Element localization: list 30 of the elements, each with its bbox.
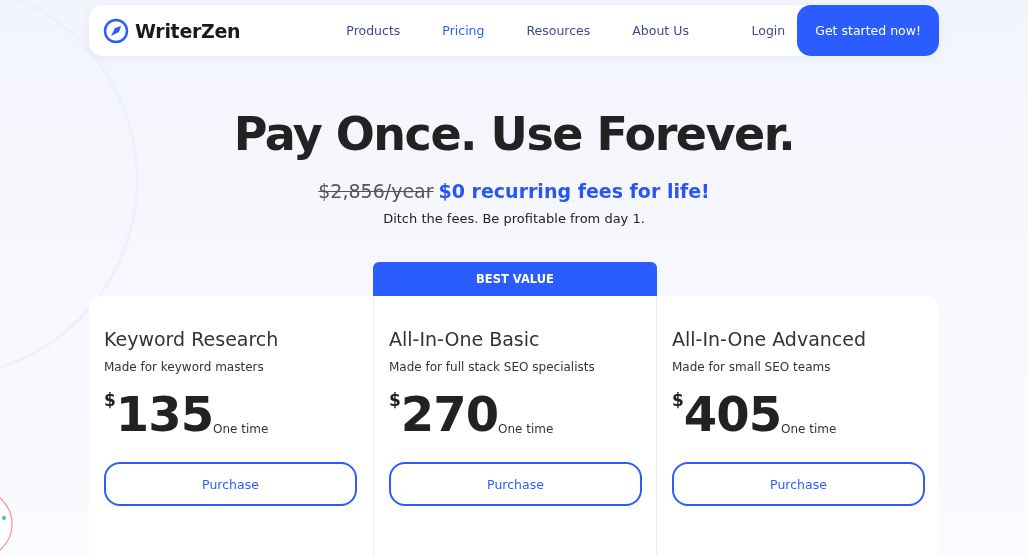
nav-link[interactable]: Products (346, 23, 401, 38)
plan-tagline: Made for keyword masters (104, 360, 265, 374)
price-period: One time (781, 422, 837, 436)
currency-symbol: $ (672, 390, 684, 410)
plan-tagline: Made for small SEO teams (672, 360, 832, 374)
page-heading: Pay Once. Use Forever. (233, 106, 795, 162)
plan-tagline: Made for full stack SEO specialists (389, 360, 596, 374)
price-period: One time (213, 422, 269, 436)
plan-name: All-In-One Basic (389, 328, 541, 350)
purchase-button[interactable]: Purchase (104, 462, 357, 506)
login-link[interactable]: Login (751, 23, 786, 38)
best-value-banner: BEST VALUE (373, 262, 657, 296)
subtitle: Ditch the fees. Be profitable from day 1. (383, 211, 645, 226)
plan-name: Keyword Research (104, 328, 280, 350)
brand-name: WriterZen (135, 19, 241, 42)
plan-price: 135 (115, 386, 214, 442)
currency-symbol: $ (389, 390, 401, 410)
plan-price: 405 (683, 386, 782, 442)
purchase-button[interactable]: Purchase (672, 462, 925, 506)
purchase-button[interactable]: Purchase (389, 462, 642, 506)
get-started-button[interactable]: Get started now! (797, 5, 939, 56)
nav-link[interactable]: About Us (632, 23, 689, 38)
plan-name: All-In-One Advanced (672, 328, 868, 350)
price-period: One time (498, 422, 554, 436)
offer-text: $0 recurring fees for life! (438, 180, 710, 202)
nav-link[interactable]: Pricing (442, 23, 485, 38)
old-price: $2,856/year (318, 180, 434, 202)
nav-link[interactable]: Resources (526, 23, 591, 38)
currency-symbol: $ (104, 390, 116, 410)
plan-price: 270 (400, 386, 499, 442)
